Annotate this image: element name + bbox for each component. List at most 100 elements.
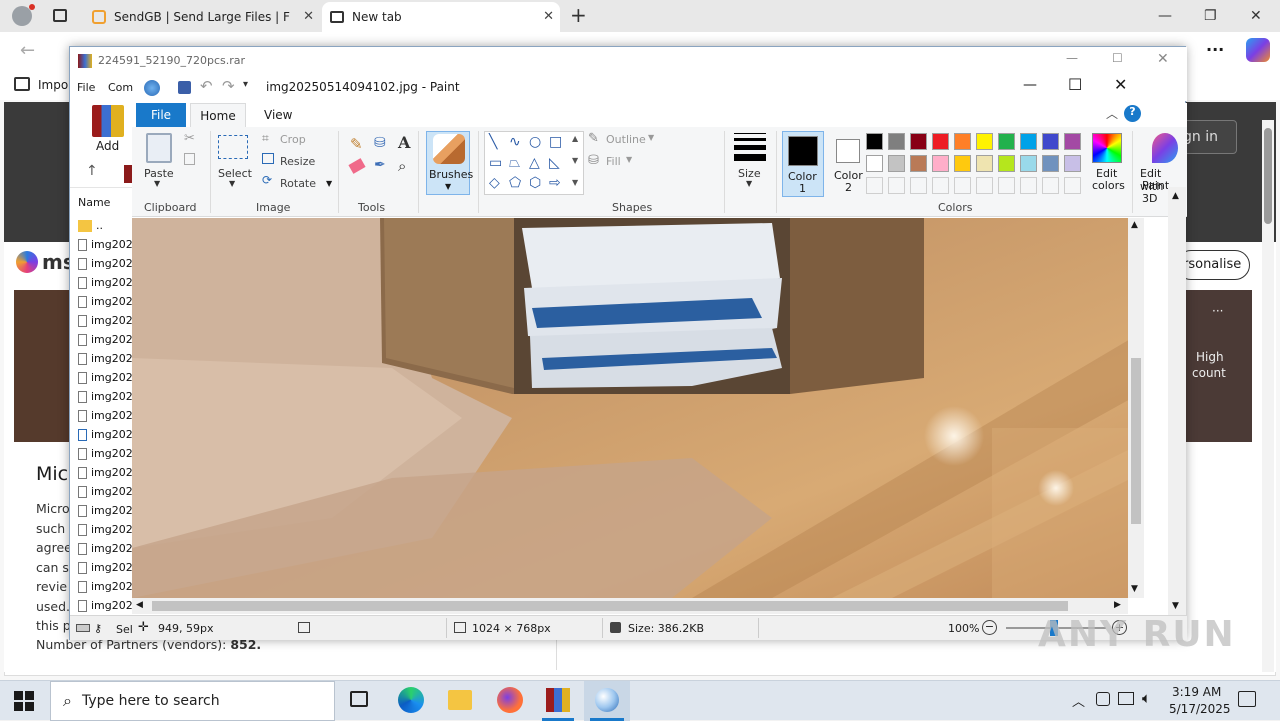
winrar-add-icon[interactable] (92, 105, 124, 137)
canvas-horizontal-scrollbar[interactable]: ◀ ▶ (132, 598, 1128, 614)
file-row[interactable]: img202 (78, 501, 133, 520)
select-icon[interactable] (218, 135, 248, 159)
paste-dropdown-icon[interactable]: ▼ (154, 179, 160, 188)
help-icon[interactable]: ? (1124, 105, 1141, 122)
more-menu-icon[interactable]: ··· (1206, 40, 1224, 59)
browser-scrollbar[interactable] (1262, 120, 1274, 672)
oval-shape-icon[interactable]: ○ (529, 135, 541, 149)
file-row[interactable]: img202 (78, 539, 133, 558)
undo-icon[interactable]: ↶ (200, 77, 213, 95)
file-row[interactable]: img202 (78, 577, 133, 596)
file-row[interactable]: img202 (78, 387, 133, 406)
restore-browser-icon[interactable]: ❐ (1204, 8, 1217, 24)
back-icon[interactable]: ← (20, 40, 35, 61)
palette-swatch[interactable] (1020, 177, 1037, 194)
palette-swatch[interactable] (1020, 133, 1037, 150)
fill-button[interactable]: Fill (606, 155, 621, 168)
save-icon[interactable] (178, 81, 191, 94)
cut-icon[interactable]: ✂ (184, 131, 195, 146)
pentagon-shape-icon[interactable]: ⬠ (509, 176, 521, 190)
resize-icon[interactable] (262, 153, 274, 164)
palette-swatch[interactable] (998, 133, 1015, 150)
edit-colors-icon[interactable] (1092, 133, 1122, 163)
winrar-menu-file[interactable]: File (77, 81, 95, 94)
show-hidden-icons[interactable]: ︿ (1072, 691, 1085, 710)
outline-icon[interactable]: ✎ (588, 131, 599, 146)
clock-date[interactable]: 5/17/2025 (1169, 702, 1231, 716)
network-icon[interactable] (1118, 692, 1134, 705)
task-view-icon[interactable] (350, 691, 368, 707)
file-row[interactable]: img202 (78, 330, 133, 349)
color-picker-icon[interactable]: ✒ (374, 157, 386, 173)
shapes-gallery[interactable]: ╲ ∿ ○ □ ▭ ⏢ △ ◺ ◇ ⬠ ⬡ ⇨ ▲ ▼ ▼ (484, 131, 584, 195)
file-row[interactable]: img202 (78, 254, 133, 273)
volume-icon[interactable]: 🔈︎ (1142, 689, 1151, 707)
palette-swatch[interactable] (888, 177, 905, 194)
size-icon[interactable] (734, 133, 766, 161)
scroll-right-icon[interactable]: ▶ (1114, 600, 1121, 610)
tab-sendgb[interactable]: SendGB | Send Large Files | Free f ✕ (84, 2, 320, 32)
import-icon[interactable] (14, 77, 30, 91)
pencil-icon[interactable]: ✎ (350, 135, 363, 153)
polygon-shape-icon[interactable]: ⏢ (509, 156, 520, 170)
parent-folder-row[interactable]: .. (78, 216, 103, 235)
file-row[interactable]: img202 (78, 368, 133, 387)
palette-swatch[interactable] (866, 155, 883, 172)
palette-swatch[interactable] (910, 177, 927, 194)
text-tool-icon[interactable]: A (398, 133, 410, 152)
eraser-icon[interactable] (348, 158, 366, 174)
card-more-icon[interactable]: ··· (1212, 304, 1223, 318)
curve-shape-icon[interactable]: ∿ (509, 135, 521, 149)
palette-swatch[interactable] (954, 133, 971, 150)
palette-swatch[interactable] (976, 177, 993, 194)
favorites-item-import[interactable]: Impor (38, 78, 73, 92)
diamond-shape-icon[interactable]: ◇ (489, 176, 500, 190)
file-row[interactable]: img202 (78, 425, 133, 444)
paint-maximize-icon[interactable]: ☐ (1068, 75, 1082, 94)
winrar-menu-commands[interactable]: Com (108, 81, 133, 94)
file-row[interactable]: img202 (78, 311, 133, 330)
crop-icon[interactable]: ⌗ (262, 131, 269, 146)
palette-swatch[interactable] (998, 177, 1015, 194)
palette-swatch[interactable] (910, 155, 927, 172)
file-row[interactable]: img202 (78, 273, 133, 292)
palette-swatch[interactable] (976, 133, 993, 150)
scroll-up-icon[interactable]: ▲ (1131, 220, 1138, 230)
color1-button[interactable]: Color 1 (782, 131, 824, 197)
new-tab-button[interactable]: + (570, 3, 587, 27)
file-row[interactable]: img202 (78, 482, 133, 501)
arrow-shape-icon[interactable]: ⇨ (549, 176, 561, 190)
taskbar-search-box[interactable]: ⌕ Type here to search (50, 681, 335, 721)
news-card-right[interactable]: ··· High count (1186, 290, 1252, 442)
paint3d-icon[interactable] (1152, 133, 1178, 163)
palette-swatch[interactable] (888, 155, 905, 172)
scrollbar-thumb[interactable] (1264, 128, 1272, 224)
quick-access-dropdown-icon[interactable]: ▾ (243, 79, 248, 90)
file-row[interactable]: img202 (78, 406, 133, 425)
palette-swatch[interactable] (1042, 177, 1059, 194)
winrar-scrollbar[interactable]: ▲ ▼ (1168, 187, 1186, 615)
meet-now-icon[interactable] (1096, 692, 1110, 706)
minimize-browser-icon[interactable]: — (1158, 8, 1172, 24)
fill-icon[interactable]: ⛁ (588, 153, 599, 168)
vertical-scroll-thumb[interactable] (1131, 358, 1141, 524)
palette-swatch[interactable] (998, 155, 1015, 172)
file-row[interactable]: img202 (78, 463, 133, 482)
winrar-scroll-up-icon[interactable]: ▲ (1172, 191, 1179, 201)
winrar-close-icon[interactable]: ✕ (1157, 51, 1169, 67)
shapes-expand-icon[interactable]: ▼ (572, 178, 578, 187)
palette-swatch[interactable] (1042, 155, 1059, 172)
horizontal-scroll-thumb[interactable] (152, 601, 1068, 611)
canvas-vertical-scrollbar[interactable]: ▲ ▼ (1128, 218, 1144, 598)
size-dropdown-icon[interactable]: ▼ (746, 179, 752, 188)
copy-icon[interactable] (184, 153, 195, 165)
tab-new-tab[interactable]: New tab ✕ (322, 2, 560, 32)
tab-home[interactable]: Home (190, 103, 246, 128)
rotate-icon[interactable]: ⟳ (262, 173, 272, 187)
fill-bucket-icon[interactable]: ⛁ (374, 135, 386, 151)
winrar-scroll-down-icon[interactable]: ▼ (1172, 601, 1179, 611)
fill-dropdown-icon[interactable]: ▼ (626, 155, 632, 164)
file-row[interactable]: img202 (78, 235, 133, 254)
palette-swatch[interactable] (910, 133, 927, 150)
palette-swatch[interactable] (1064, 177, 1081, 194)
